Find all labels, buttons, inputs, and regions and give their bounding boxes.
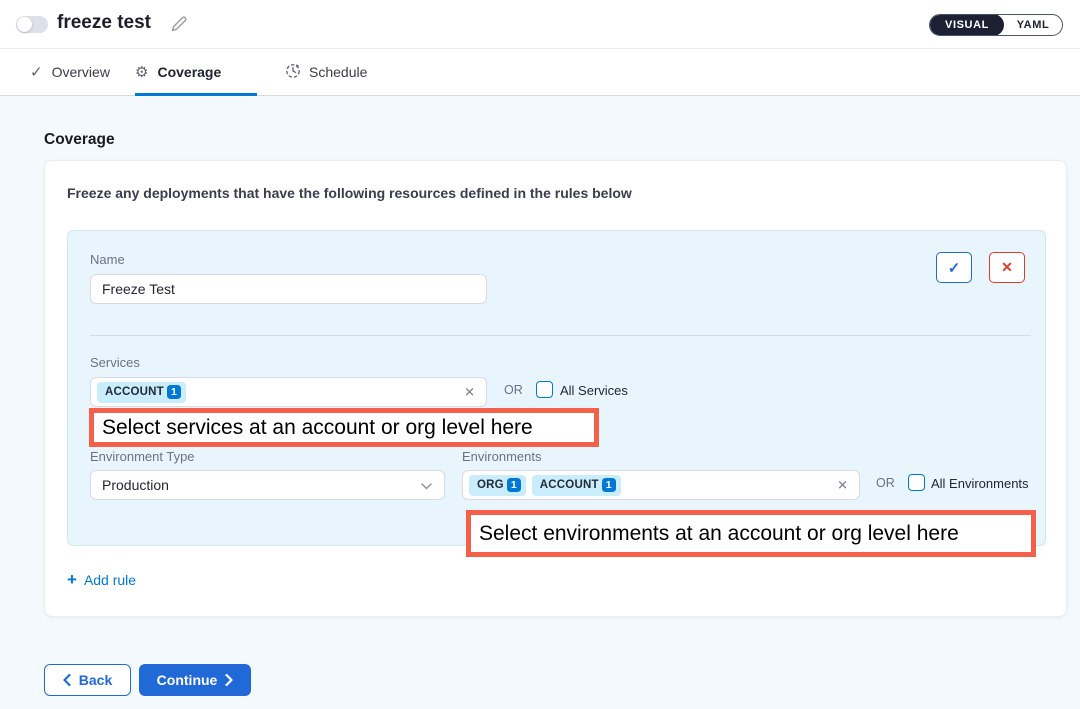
confirm-rule-button[interactable]: ✓	[936, 252, 972, 283]
visual-yaml-switch: VISUAL YAML	[929, 14, 1063, 36]
all-environments-checkbox[interactable]	[908, 474, 925, 491]
check-icon: ✓	[30, 65, 43, 80]
add-rule-button[interactable]: + Add rule	[67, 571, 136, 588]
tag-label: ORG	[477, 479, 504, 491]
gear-icon: ⚙	[135, 65, 148, 80]
tag-count-badge: 1	[167, 385, 181, 399]
environment-type-value: Production	[102, 477, 169, 493]
name-label: Name	[90, 252, 125, 267]
edit-pencil-icon[interactable]	[169, 14, 189, 34]
visual-tab[interactable]: VISUAL	[930, 14, 1004, 36]
rule-divider	[90, 335, 1031, 336]
tab-bar: ✓ Overview ⚙ Coverage Schedule	[0, 49, 1080, 96]
rule-name-input[interactable]	[90, 274, 487, 304]
services-multiselect[interactable]: ACCOUNT 1 ✕	[90, 377, 487, 407]
environments-clear-icon[interactable]: ✕	[837, 479, 848, 492]
coverage-section-title: Coverage	[44, 131, 115, 149]
freeze-rule-card: Name ✓ ✕ Services ACCOUNT 1 ✕ OR All Ser…	[67, 230, 1046, 546]
continue-button-label: Continue	[157, 672, 218, 688]
plus-icon: +	[67, 571, 77, 588]
close-icon: ✕	[1001, 259, 1013, 276]
environments-tag-org[interactable]: ORG 1	[469, 475, 526, 496]
check-icon: ✓	[948, 259, 961, 277]
chevron-left-icon	[63, 674, 71, 686]
yaml-tab[interactable]: YAML	[1004, 14, 1062, 36]
add-rule-label: Add rule	[84, 572, 136, 588]
top-bar: freeze test VISUAL YAML	[0, 0, 1080, 49]
services-or-label: OR	[504, 383, 523, 397]
cancel-rule-button[interactable]: ✕	[989, 252, 1025, 283]
freeze-enabled-toggle[interactable]	[16, 16, 48, 33]
tab-coverage[interactable]: ⚙ Coverage	[135, 49, 257, 95]
back-button-label: Back	[79, 672, 112, 688]
environments-annotation-callout: Select environments at an account or org…	[466, 510, 1036, 557]
tab-coverage-label: Coverage	[157, 64, 221, 80]
all-services-checkbox[interactable]	[536, 381, 553, 398]
tag-count-badge: 1	[507, 478, 521, 492]
all-services-label: All Services	[560, 383, 628, 398]
chevron-right-icon	[225, 674, 233, 686]
environments-multiselect[interactable]: ORG 1 ACCOUNT 1 ✕	[462, 470, 860, 500]
freeze-studio-page: freeze test VISUAL YAML ✓ Overview ⚙ Cov…	[0, 0, 1080, 709]
tag-count-badge: 1	[602, 478, 616, 492]
environment-type-select[interactable]: Production	[90, 470, 445, 500]
services-clear-icon[interactable]: ✕	[464, 386, 475, 399]
all-environments-label: All Environments	[931, 476, 1029, 491]
back-button[interactable]: Back	[44, 664, 131, 696]
environments-label: Environments	[462, 449, 541, 464]
continue-button[interactable]: Continue	[139, 664, 251, 696]
toggle-knob	[17, 17, 32, 32]
tag-label: ACCOUNT	[540, 479, 599, 491]
coverage-card-header: Freeze any deployments that have the fol…	[67, 185, 632, 201]
tab-overview[interactable]: ✓ Overview	[30, 49, 110, 95]
services-label: Services	[90, 355, 140, 370]
tab-schedule[interactable]: Schedule	[285, 49, 367, 95]
tab-overview-label: Overview	[52, 64, 110, 80]
schedule-clock-icon	[285, 63, 301, 82]
coverage-card: Freeze any deployments that have the fol…	[44, 160, 1067, 617]
tab-schedule-label: Schedule	[309, 64, 367, 80]
services-annotation-callout: Select services at an account or org lev…	[89, 408, 599, 447]
chevron-down-icon	[421, 477, 432, 493]
services-tag-account[interactable]: ACCOUNT 1	[97, 382, 186, 403]
tag-label: ACCOUNT	[105, 386, 164, 398]
environment-type-label: Environment Type	[90, 449, 195, 464]
environments-tag-account[interactable]: ACCOUNT 1	[532, 475, 621, 496]
page-title: freeze test	[57, 12, 151, 34]
environments-or-label: OR	[876, 476, 895, 490]
